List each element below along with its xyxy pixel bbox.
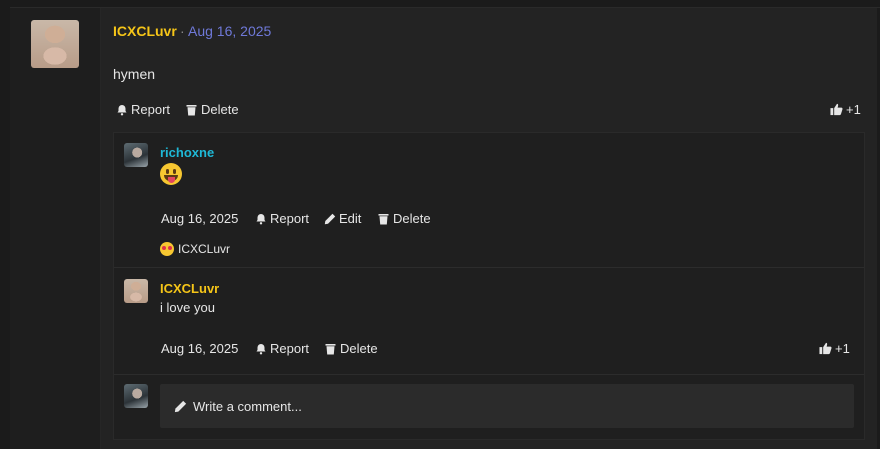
comment-delete-button[interactable]: Delete	[377, 211, 431, 226]
trash-icon	[185, 103, 198, 116]
post-report-button[interactable]: Report	[115, 102, 170, 117]
edit-label: Edit	[339, 211, 362, 226]
comment-date[interactable]: Aug 16, 2025	[161, 341, 238, 356]
report-label: Report	[270, 341, 310, 356]
comment-date[interactable]: Aug 16, 2025	[161, 211, 238, 226]
comment-divider	[114, 374, 864, 375]
trash-icon	[377, 212, 390, 225]
comment-date-text: Aug 16, 2025	[161, 341, 239, 356]
face-with-tongue-emoji	[160, 163, 182, 185]
comment-report-button[interactable]: Report	[254, 341, 309, 356]
pencil-icon	[174, 400, 187, 413]
bell-icon	[115, 103, 128, 116]
post-author-avatar[interactable]	[31, 20, 79, 68]
comment-author-avatar[interactable]	[124, 279, 148, 303]
author-date-separator: ·	[180, 23, 185, 39]
star-struck-emoji	[160, 242, 174, 256]
delete-label: Delete	[393, 211, 431, 226]
delete-label: Delete	[340, 341, 378, 356]
comment-delete-button[interactable]: Delete	[324, 341, 378, 356]
comment-reaction[interactable]: ICXCLuvr	[160, 242, 230, 256]
comment-divider	[114, 267, 864, 268]
comment-author-name[interactable]: richoxne	[160, 145, 214, 160]
post-date[interactable]: Aug 16, 2025	[188, 23, 271, 39]
like-count: +1	[835, 341, 850, 356]
comment-edit-button[interactable]: Edit	[323, 211, 361, 226]
trash-icon	[324, 342, 337, 355]
reaction-user: ICXCLuvr	[178, 242, 231, 256]
post-delete-button[interactable]: Delete	[185, 102, 239, 117]
comment-text: i love you	[160, 300, 215, 315]
post-author-name[interactable]: ICXCLuvr	[113, 23, 177, 39]
comment-author-name[interactable]: ICXCLuvr	[160, 281, 219, 296]
comment-date-text: Aug 16, 2025	[161, 211, 239, 226]
thumbs-up-icon	[819, 342, 832, 355]
write-comment-input[interactable]: Write a comment...	[160, 384, 854, 428]
bell-icon	[254, 212, 267, 225]
comment-like-button[interactable]: +1	[819, 341, 850, 356]
report-label: Report	[131, 102, 171, 117]
comment-author-avatar[interactable]	[124, 143, 148, 167]
comment-report-button[interactable]: Report	[254, 211, 309, 226]
current-user-avatar[interactable]	[124, 384, 148, 408]
like-count: +1	[846, 102, 861, 117]
write-comment-placeholder: Write a comment...	[193, 398, 302, 414]
thumbs-up-icon	[830, 103, 843, 116]
pencil-icon	[323, 212, 336, 225]
delete-label: Delete	[201, 102, 239, 117]
bell-icon	[254, 342, 267, 355]
post-like-button[interactable]: +1	[830, 102, 861, 117]
report-label: Report	[270, 211, 310, 226]
post-body: hymen	[113, 66, 156, 82]
post-avatar-column	[10, 8, 101, 449]
